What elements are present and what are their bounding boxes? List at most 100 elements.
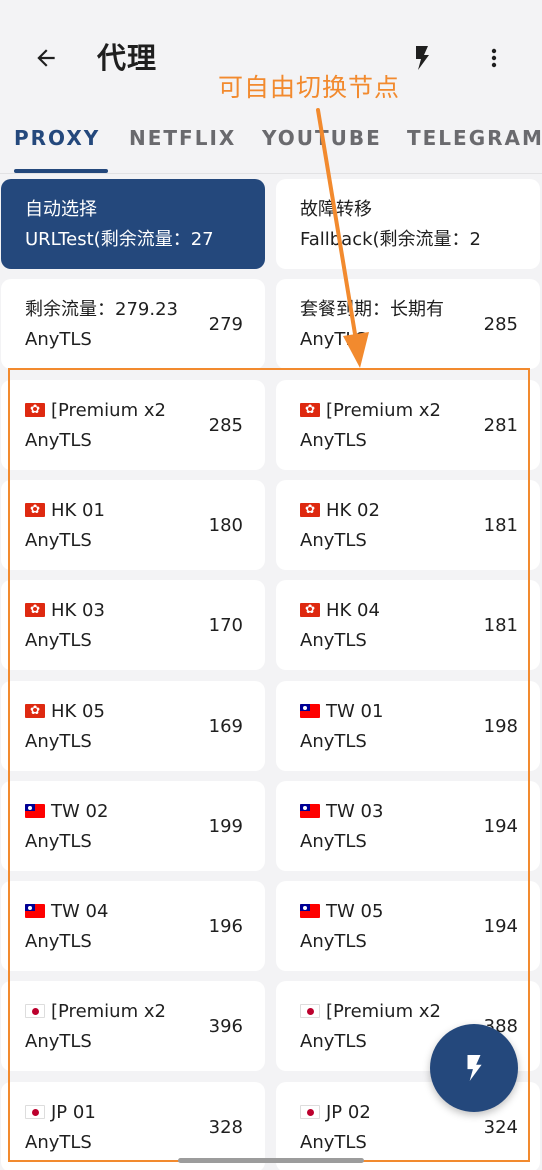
proxy-type: AnyTLS — [300, 530, 367, 551]
proxy-name-text: 剩余流量：279.23 — [25, 299, 178, 320]
tw-flag-icon — [25, 904, 45, 918]
proxy-card[interactable]: 剩余流量：279.23 AnyTLS 279 — [1, 279, 265, 369]
proxy-name-text: HK 04 — [326, 600, 380, 621]
proxy-delay: 181 — [483, 615, 518, 636]
proxy-name-text: TW 01 — [326, 701, 384, 722]
proxy-type: AnyTLS — [25, 1031, 92, 1052]
proxy-card[interactable]: [Premium x2 AnyTLS 396 — [1, 981, 265, 1071]
proxy-name-text: JP 01 — [51, 1102, 96, 1123]
proxy-card[interactable]: HK 01 AnyTLS 180 — [1, 480, 265, 570]
proxy-type: AnyTLS — [25, 731, 92, 752]
proxy-type: URLTest(剩余流量：27 — [25, 229, 214, 250]
proxy-type: AnyTLS — [300, 430, 367, 451]
proxy-name-text: 自动选择 — [25, 199, 97, 220]
proxy-type: AnyTLS — [300, 731, 367, 752]
proxy-type: Fallback(剩余流量：2 — [300, 229, 481, 250]
proxy-type: AnyTLS — [25, 430, 92, 451]
proxy-type: AnyTLS — [25, 530, 92, 551]
proxy-delay: 281 — [483, 415, 518, 436]
page-title: 代理 — [97, 41, 158, 75]
proxy-name-text: HK 02 — [326, 500, 380, 521]
proxy-card[interactable]: 故障转移 Fallback(剩余流量：2 — [276, 179, 540, 269]
proxy-name: TW 05 — [300, 899, 383, 925]
tab-proxy[interactable]: PROXY — [14, 112, 100, 170]
proxy-delay: 180 — [208, 515, 243, 536]
proxy-name: JP 01 — [25, 1100, 96, 1126]
proxy-name-text: TW 02 — [51, 801, 109, 822]
flash-icon — [467, 1055, 482, 1081]
proxy-delay: 279 — [208, 314, 243, 335]
tab-telegram[interactable]: TELEGRAM — [407, 112, 542, 170]
more-options-button[interactable] — [474, 38, 514, 78]
annotation-text: 可自由切换节点 — [218, 73, 401, 102]
proxy-delay: 285 — [208, 415, 243, 436]
proxy-name-text: [Premium x2 — [326, 400, 441, 421]
proxy-card[interactable]: 自动选择 URLTest(剩余流量：27 — [1, 179, 265, 269]
proxy-card[interactable]: HK 05 AnyTLS 169 — [1, 681, 265, 771]
jp-flag-icon — [25, 1105, 45, 1119]
hk-flag-icon — [300, 403, 320, 417]
proxy-name-text: HK 01 — [51, 500, 105, 521]
proxy-delay: 194 — [483, 816, 518, 837]
tab-netflix[interactable]: NETFLIX — [129, 112, 236, 170]
proxy-card[interactable]: 套餐到期：长期有 AnyTLS 285 — [276, 279, 540, 369]
proxy-name: [Premium x2 — [25, 398, 166, 424]
proxy-delay: 196 — [208, 916, 243, 937]
flash-icon — [416, 46, 429, 70]
jp-flag-icon — [300, 1004, 320, 1018]
tw-flag-icon — [300, 804, 320, 818]
proxy-name: HK 01 — [25, 498, 105, 524]
proxy-name-text: [Premium x2 — [51, 400, 166, 421]
proxy-delay: 324 — [483, 1117, 518, 1138]
proxy-name: 剩余流量：279.23 — [25, 297, 178, 323]
proxy-name: TW 02 — [25, 799, 108, 825]
tw-flag-icon — [25, 804, 45, 818]
tab-indicator — [14, 169, 108, 173]
proxy-type: AnyTLS — [300, 831, 367, 852]
proxy-card[interactable]: HK 03 AnyTLS 170 — [1, 580, 265, 670]
proxy-name-text: JP 02 — [326, 1102, 371, 1123]
proxy-card[interactable]: TW 03 AnyTLS 194 — [276, 781, 540, 871]
arrow-back-icon — [37, 49, 55, 67]
proxy-card[interactable]: JP 01 AnyTLS 328 — [1, 1082, 265, 1170]
proxy-delay: 396 — [208, 1016, 243, 1037]
back-button[interactable] — [26, 38, 66, 78]
tw-flag-icon — [300, 904, 320, 918]
jp-flag-icon — [25, 1004, 45, 1018]
proxy-name: HK 04 — [300, 598, 380, 624]
proxy-delay: 285 — [483, 314, 518, 335]
proxy-name: TW 01 — [300, 699, 383, 725]
hk-flag-icon — [25, 403, 45, 417]
tab-youtube[interactable]: YOUTUBE — [262, 112, 382, 170]
proxy-card[interactable]: TW 01 AnyTLS 198 — [276, 681, 540, 771]
proxy-card[interactable]: HK 04 AnyTLS 181 — [276, 580, 540, 670]
proxy-type: AnyTLS — [300, 329, 367, 350]
test-delay-button[interactable] — [402, 38, 442, 78]
proxy-type: AnyTLS — [300, 1132, 367, 1153]
jp-flag-icon — [300, 1105, 320, 1119]
proxy-type: AnyTLS — [25, 931, 92, 952]
proxy-type: AnyTLS — [300, 1031, 367, 1052]
proxy-type: AnyTLS — [300, 931, 367, 952]
hk-flag-icon — [25, 503, 45, 517]
test-all-fab[interactable] — [430, 1024, 518, 1112]
proxy-card[interactable]: HK 02 AnyTLS 181 — [276, 480, 540, 570]
proxy-card[interactable]: TW 02 AnyTLS 199 — [1, 781, 265, 871]
proxy-name: HK 02 — [300, 498, 380, 524]
proxy-name: HK 03 — [25, 598, 105, 624]
tw-flag-icon — [300, 704, 320, 718]
proxy-name: [Premium x2 — [25, 999, 166, 1025]
proxy-name-text: TW 05 — [326, 901, 384, 922]
proxy-card[interactable]: TW 05 AnyTLS 194 — [276, 881, 540, 971]
proxy-delay: 328 — [208, 1117, 243, 1138]
proxy-name: [Premium x2 — [300, 999, 441, 1025]
proxy-name-text: [Premium x2 — [51, 1001, 166, 1022]
proxy-card[interactable]: TW 04 AnyTLS 196 — [1, 881, 265, 971]
proxy-name-text: [Premium x2 — [326, 1001, 441, 1022]
proxy-type: AnyTLS — [25, 630, 92, 651]
proxy-delay: 181 — [483, 515, 518, 536]
proxy-name: 故障转移 — [300, 197, 372, 223]
proxy-name: JP 02 — [300, 1100, 371, 1126]
proxy-card[interactable]: [Premium x2 AnyTLS 285 — [1, 380, 265, 470]
proxy-card[interactable]: [Premium x2 AnyTLS 281 — [276, 380, 540, 470]
